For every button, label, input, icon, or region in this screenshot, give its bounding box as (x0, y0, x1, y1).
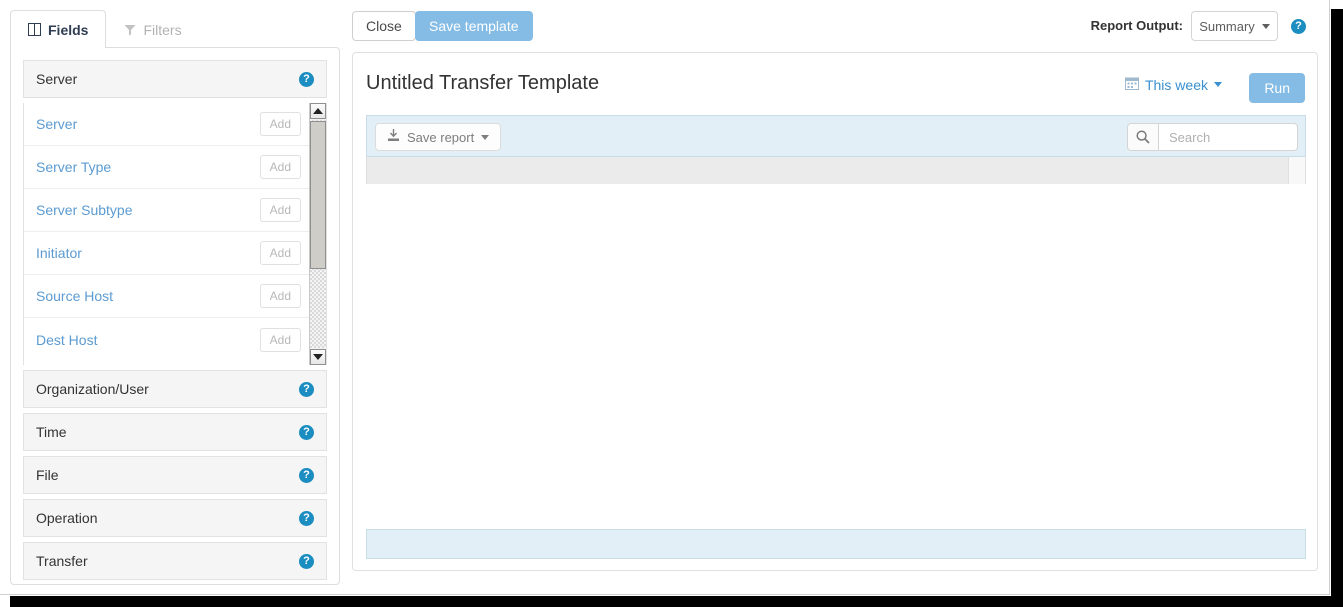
chevron-down-icon (1261, 23, 1270, 29)
field-label[interactable]: Server Type (36, 159, 260, 175)
report-output-value: Summary (1199, 18, 1255, 34)
scrollbar-thumb[interactable] (310, 121, 326, 269)
help-circle-icon[interactable]: ? (299, 424, 314, 440)
scroll-up-arrow-icon[interactable] (310, 103, 326, 119)
close-button[interactable]: Close (352, 11, 416, 41)
section-header-file[interactable]: File ? (23, 456, 327, 494)
report-panel: Untitled Transfer Template This week Run (352, 52, 1318, 571)
search-group (1127, 123, 1298, 151)
help-circle-icon[interactable]: ? (299, 71, 314, 87)
section-header-operation[interactable]: Operation ? (23, 499, 327, 537)
field-label[interactable]: Source Host (36, 288, 260, 304)
add-field-button[interactable]: Add (259, 112, 301, 136)
help-circle-icon[interactable]: ? (1291, 19, 1306, 34)
run-button[interactable]: Run (1249, 73, 1305, 103)
funnel-icon (124, 24, 136, 36)
chevron-down-icon (481, 134, 490, 140)
report-output-select[interactable]: Summary (1191, 11, 1278, 41)
tab-fields[interactable]: Fields (10, 10, 107, 48)
panel-tabs: Fields Filters (10, 10, 200, 48)
add-field-button[interactable]: Add (259, 327, 301, 352)
section-title-time: Time (36, 424, 67, 440)
save-template-button[interactable]: Save template (415, 11, 533, 41)
section-title-server: Server (36, 71, 78, 87)
add-field-button[interactable]: Add (259, 241, 301, 265)
scroll-down-arrow-icon[interactable] (310, 349, 326, 365)
field-label[interactable]: Server Subtype (36, 202, 260, 218)
download-icon (387, 129, 400, 145)
page-title: Untitled Transfer Template (366, 72, 600, 94)
field-label[interactable]: Initiator (36, 245, 260, 261)
window-shadow-right (1331, 9, 1343, 607)
section-header-organization-user[interactable]: Organization/User ? (23, 370, 327, 408)
section-title-file: File (36, 467, 59, 483)
columns-icon (28, 23, 41, 36)
application-window: Fields Filters Server ? Server Add Serve… (0, 0, 1330, 595)
results-table-body (366, 184, 1306, 529)
section-title-operation: Operation (36, 510, 98, 526)
server-field-list: Server Add Server Type Add Server Subtyp… (24, 103, 309, 365)
fields-filters-panel: Fields Filters Server ? Server Add Serve… (10, 10, 340, 585)
date-range-label: This week (1144, 76, 1208, 93)
help-circle-icon[interactable]: ? (299, 510, 314, 526)
save-report-button[interactable]: Save report (375, 123, 502, 151)
date-range-selector[interactable]: This week (1124, 76, 1222, 93)
report-toolbar: Save report (366, 115, 1306, 157)
server-fields-scroll-region: Server Add Server Type Add Server Subtyp… (23, 103, 327, 365)
list-item[interactable]: Server Type Add (24, 146, 309, 189)
section-header-server[interactable]: Server ? (23, 60, 327, 98)
results-table-header-scroll-gutter (1288, 157, 1305, 184)
list-item[interactable]: Server Subtype Add (24, 189, 309, 232)
field-label[interactable]: Server (36, 116, 260, 132)
list-item[interactable]: Dest Host Add (24, 318, 309, 361)
tab-filters[interactable]: Filters (106, 10, 199, 48)
calendar-icon (1124, 76, 1139, 93)
list-item[interactable]: Initiator Add (24, 232, 309, 275)
report-output-label: Report Output: (1090, 18, 1183, 33)
tab-fields-label: Fields (48, 21, 89, 38)
add-field-button[interactable]: Add (259, 284, 301, 308)
section-title-organization-user: Organization/User (36, 381, 149, 397)
section-title-transfer: Transfer (36, 553, 88, 569)
section-header-transfer[interactable]: Transfer ? (23, 542, 327, 580)
chevron-down-icon (1214, 82, 1222, 87)
field-list-scrollbar[interactable] (309, 103, 326, 365)
results-table-header (366, 157, 1306, 184)
help-circle-icon[interactable]: ? (299, 381, 314, 397)
add-field-button[interactable]: Add (259, 198, 301, 222)
help-circle-icon[interactable]: ? (299, 467, 314, 483)
add-field-button[interactable]: Add (259, 155, 301, 179)
search-icon[interactable] (1127, 123, 1159, 151)
search-input[interactable] (1159, 123, 1298, 151)
section-header-time[interactable]: Time ? (23, 413, 327, 451)
window-shadow-bottom (10, 596, 1343, 607)
list-item[interactable]: Server Add (24, 103, 309, 146)
tab-filters-label: Filters (143, 21, 182, 38)
results-table-footer (366, 529, 1306, 559)
field-label[interactable]: Dest Host (36, 332, 260, 348)
fields-tab-body: Server ? Server Add Server Type Add Serv… (10, 47, 340, 585)
help-circle-icon[interactable]: ? (299, 553, 314, 569)
list-item[interactable]: Source Host Add (24, 275, 309, 318)
toolbar: Close Save template Report Output: Summa… (352, 8, 1318, 48)
save-report-label: Save report (407, 129, 475, 145)
